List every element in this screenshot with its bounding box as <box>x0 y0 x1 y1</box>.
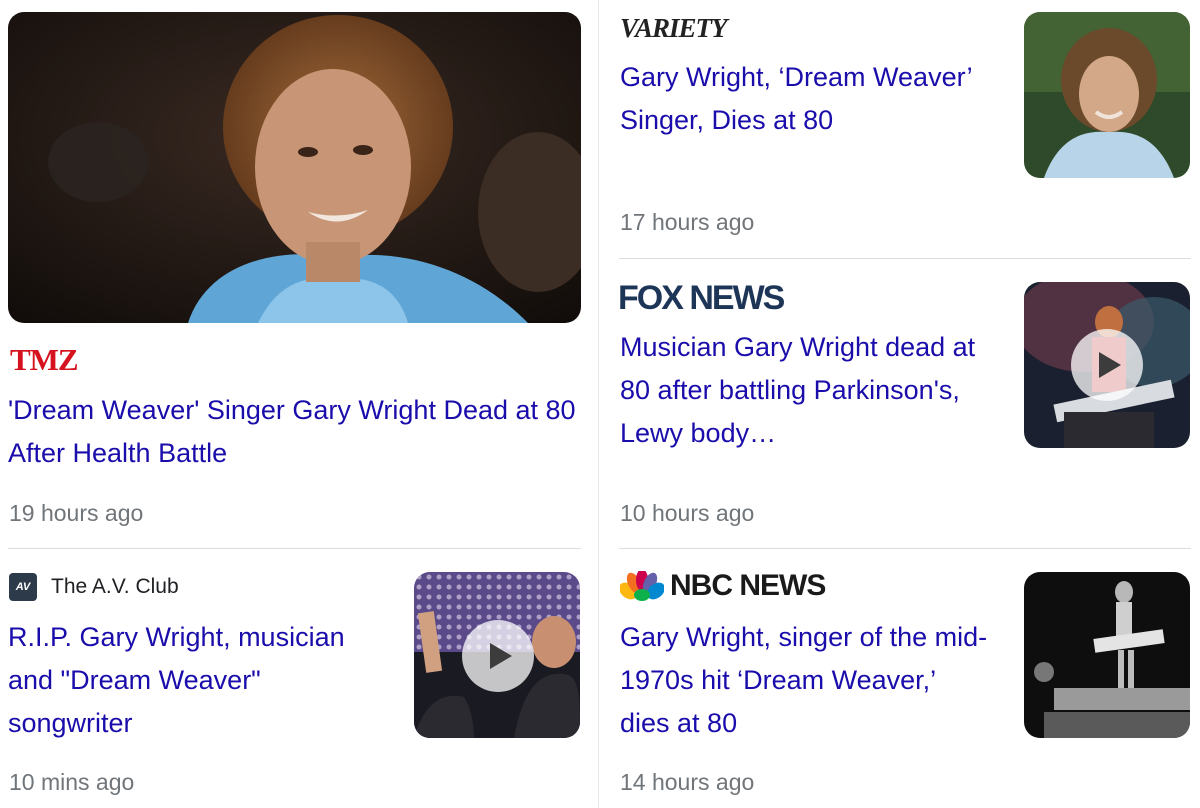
card-divider <box>8 548 581 549</box>
news-card-foxnews[interactable]: FOX NEWS Musician Gary Wright dead at 80… <box>610 270 1200 540</box>
article-timestamp: 10 hours ago <box>620 500 755 526</box>
article-headline[interactable]: Musician Gary Wright dead at 80 after ba… <box>620 326 990 455</box>
news-card-variety[interactable]: VARIETY Gary Wright, ‘Dream Weaver’ Sing… <box>610 0 1200 250</box>
portrait-photo-icon <box>8 12 581 323</box>
article-thumbnail[interactable] <box>1024 282 1190 448</box>
avclub-logo-icon: AV <box>9 573 37 601</box>
play-video-button[interactable] <box>462 620 534 692</box>
article-timestamp: 19 hours ago <box>9 500 144 526</box>
column-divider <box>598 0 599 808</box>
article-headline[interactable]: 'Dream Weaver' Singer Gary Wright Dead a… <box>8 389 588 475</box>
article-thumbnail[interactable] <box>1024 572 1190 738</box>
article-thumbnail[interactable] <box>1024 12 1190 178</box>
source-logo-foxnews: FOX NEWS <box>618 279 785 317</box>
article-timestamp: 10 mins ago <box>9 769 135 795</box>
play-icon <box>490 643 512 669</box>
card-divider <box>619 548 1191 549</box>
article-timestamp: 14 hours ago <box>620 769 755 795</box>
news-card-avclub[interactable]: AV The A.V. Club R.I.P. Gary Wright, mus… <box>0 560 590 808</box>
news-card-nbcnews[interactable]: NBC NEWS Gary Wright, singer of the mid-… <box>610 560 1200 808</box>
card-divider <box>619 258 1191 259</box>
source-logo-tmz: TMZ <box>10 342 79 377</box>
article-headline[interactable]: Gary Wright, singer of the mid-1970s hit… <box>620 616 990 745</box>
stage-photo-icon <box>1024 572 1190 738</box>
source-logo-variety: VARIETY <box>620 13 728 43</box>
article-headline[interactable]: R.I.P. Gary Wright, musician and "Dream … <box>8 616 388 745</box>
article-headline[interactable]: Gary Wright, ‘Dream Weaver’ Singer, Dies… <box>620 56 990 142</box>
source-logo-avclub: AV The A.V. Club <box>9 573 179 601</box>
article-thumbnail[interactable] <box>414 572 580 738</box>
article-thumbnail[interactable] <box>8 12 581 323</box>
article-timestamp: 17 hours ago <box>620 209 755 235</box>
source-logo-nbcnews: NBC NEWS <box>620 570 826 602</box>
news-card-tmz[interactable]: TMZ 'Dream Weaver' Singer Gary Wright De… <box>0 0 590 540</box>
nbc-peacock-icon <box>620 571 664 601</box>
portrait-photo-icon <box>1024 12 1190 178</box>
play-icon <box>1099 352 1121 378</box>
play-video-button[interactable] <box>1071 329 1143 401</box>
